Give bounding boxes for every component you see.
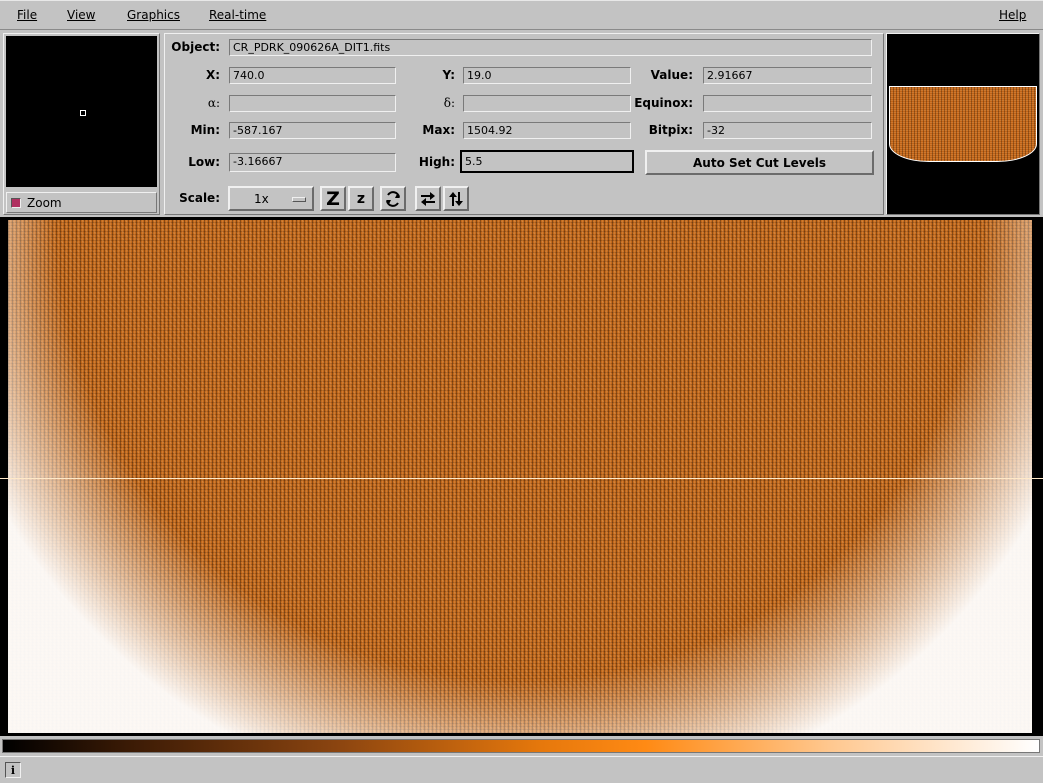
alpha-label: α: (207, 96, 220, 110)
zoom-cursor-marker (80, 110, 86, 116)
low-label: Low: (188, 155, 220, 169)
high-field[interactable]: 5.5 (460, 150, 634, 173)
menu-bar: File View Graphics Real-time Help (0, 0, 1043, 30)
auto-set-cut-levels-button[interactable]: Auto Set Cut Levels (645, 150, 874, 175)
menu-help[interactable]: Help (999, 8, 1026, 22)
crosshair-line (0, 478, 1043, 479)
max-label: Max: (422, 123, 455, 137)
menu-view[interactable]: View (67, 8, 95, 22)
rotate-icon (386, 190, 400, 207)
rotate-button[interactable] (380, 186, 406, 211)
min-label: Min: (190, 123, 220, 137)
bitpix-label: Bitpix: (648, 123, 693, 137)
y-field[interactable]: 19.0 (463, 67, 631, 84)
flip-y-button[interactable] (443, 186, 469, 211)
bitpix-field[interactable]: -32 (703, 122, 872, 139)
flip-x-icon (421, 191, 435, 206)
pan-thumbnail[interactable] (889, 86, 1037, 162)
delta-field[interactable] (463, 95, 631, 112)
equinox-label: Equinox: (634, 96, 693, 110)
zoom-in-button[interactable]: Z (320, 186, 346, 211)
info-icon[interactable]: i (5, 762, 21, 778)
value-label: Value: (650, 68, 693, 82)
zoom-toggle-label: Zoom (27, 195, 62, 210)
fits-image[interactable] (8, 220, 1032, 733)
zoom-toggle[interactable]: Zoom (6, 192, 157, 213)
zoom-out-icon: z (356, 190, 366, 207)
y-label: Y: (442, 68, 455, 82)
option-menu-indicator-icon (292, 197, 306, 202)
zoom-checkbox-icon[interactable] (11, 197, 21, 208)
pan-panel[interactable] (886, 33, 1040, 215)
zoom-out-button[interactable]: z (348, 186, 374, 211)
zoom-view[interactable] (6, 36, 157, 187)
x-label: X: (205, 68, 220, 82)
flip-x-button[interactable] (415, 186, 441, 211)
equinox-field[interactable] (703, 95, 872, 112)
status-bar: i (0, 756, 1043, 783)
menu-realtime[interactable]: Real-time (209, 8, 266, 22)
alpha-field[interactable] (229, 95, 396, 112)
object-field[interactable]: CR_PDRK_090626A_DIT1.fits (229, 39, 872, 56)
low-field[interactable]: -3.16667 (229, 153, 396, 172)
zoom-panel: Zoom (3, 33, 160, 215)
scale-label: Scale: (179, 191, 220, 205)
info-panel: Object: CR_PDRK_090626A_DIT1.fits X: 740… (164, 33, 884, 215)
menu-graphics[interactable]: Graphics (127, 8, 180, 22)
scale-value: 1x (254, 191, 269, 206)
flip-y-icon (449, 191, 463, 206)
max-field[interactable]: 1504.92 (463, 122, 631, 139)
delta-label: δ: (443, 96, 455, 110)
high-label: High: (418, 155, 455, 169)
object-label: Object: (171, 40, 220, 54)
min-field[interactable]: -587.167 (229, 122, 396, 139)
colorbar[interactable] (2, 739, 1040, 753)
menu-file[interactable]: File (17, 8, 37, 22)
value-field[interactable]: 2.91667 (703, 67, 872, 84)
x-field[interactable]: 740.0 (229, 67, 396, 84)
image-display[interactable] (0, 217, 1043, 736)
zoom-in-icon: Z (326, 187, 340, 210)
scale-menu[interactable]: 1x (228, 186, 314, 211)
